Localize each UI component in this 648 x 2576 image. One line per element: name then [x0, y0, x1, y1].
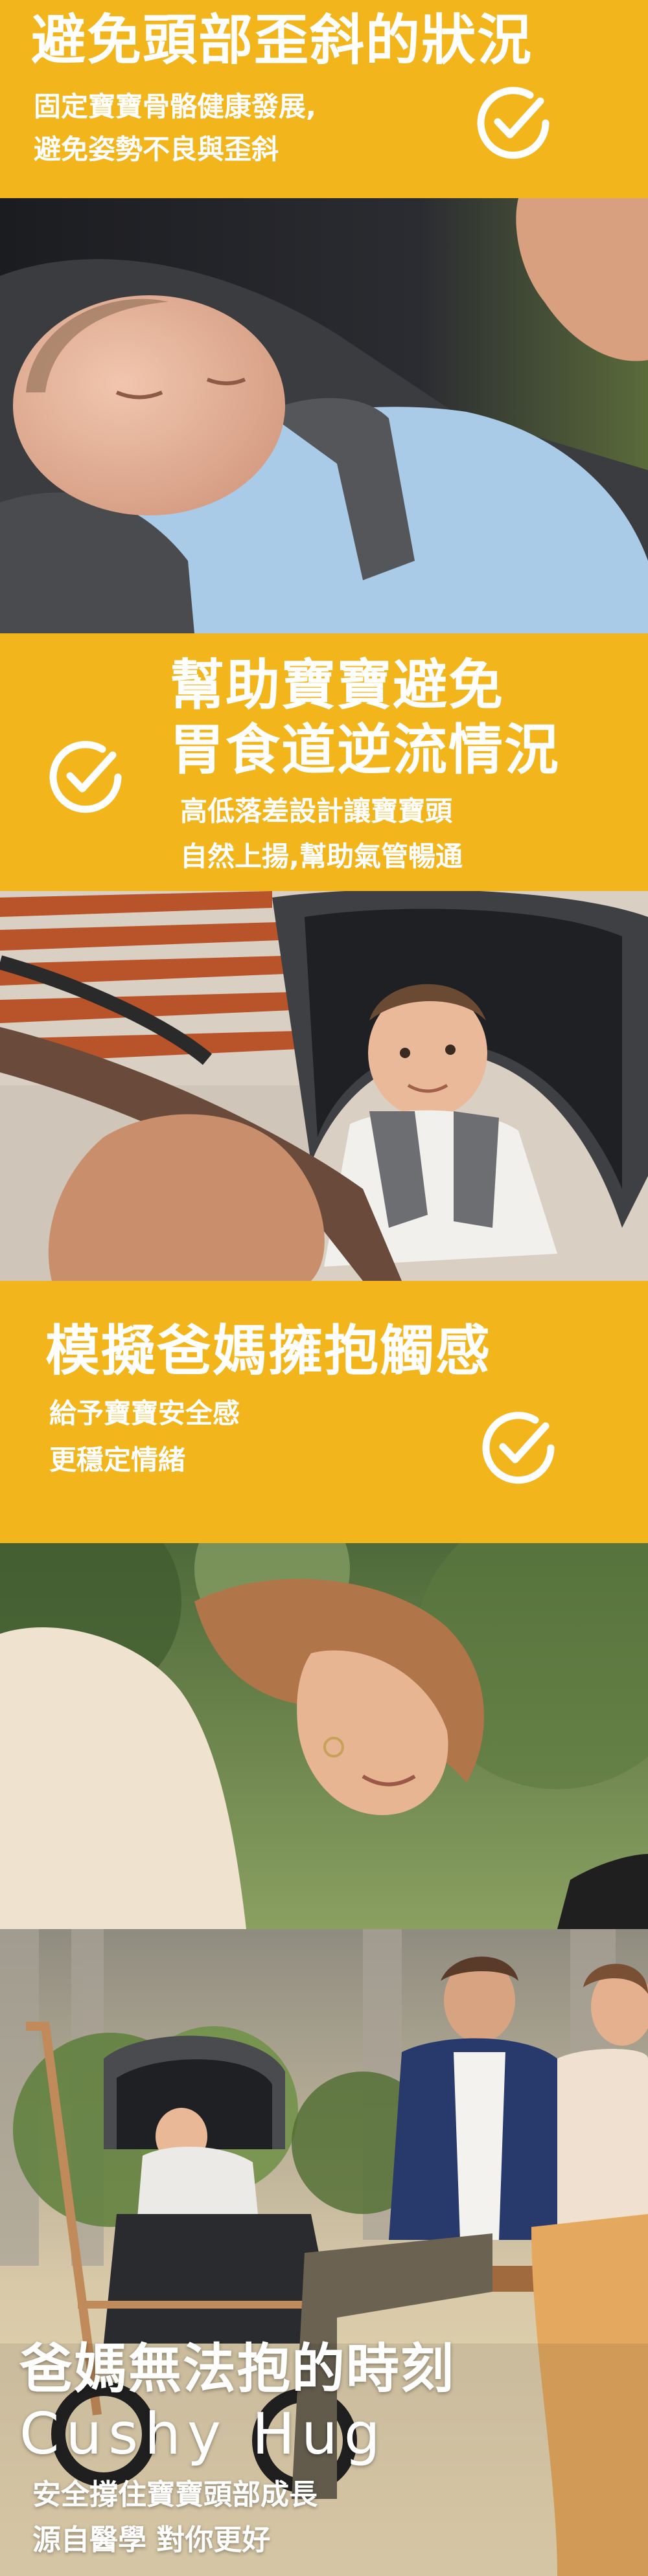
section-desc-line: 更穩定情緒	[49, 1444, 186, 1476]
section-head-posture: 避免頭部歪斜的狀況 固定寶寶骨骼健康發展, 避免姿勢不良與歪斜	[0, 0, 648, 198]
photo-family-with-stroller: 爸媽無法抱的時刻 Cushy Hug 安全撐住寶寶頭部成長 源自醫學 對你更好	[0, 1929, 648, 2576]
section-desc-line: 避免姿勢不良與歪斜	[34, 133, 279, 165]
photo-sleeping-baby	[0, 198, 648, 633]
sleeping-baby-illustration	[0, 198, 648, 633]
section-desc-line: 源自醫學 對你更好	[32, 2524, 271, 2557]
checkmark-circle-icon	[49, 741, 122, 813]
section-title-line: 幫助寶寶避免	[170, 653, 505, 717]
checkmark-circle-icon	[477, 87, 550, 159]
section-title: 避免頭部歪斜的狀況	[31, 8, 533, 72]
section-desc-line: 給予寶寶安全感	[49, 1397, 240, 1429]
section-desc-line: 自然上揚,幫助氣管暢通	[180, 841, 463, 872]
section-desc-line: 高低落差設計讓寶寶頭	[180, 795, 453, 827]
photo-smiling-mother	[0, 1543, 648, 1929]
photo-baby-in-stroller	[0, 891, 648, 1281]
section-title: 爸媽無法抱的時刻	[19, 2338, 456, 2400]
section-head-hug: 模擬爸媽擁抱觸感 給予寶寶安全感 更穩定情緒	[0, 1281, 648, 1543]
section-title: 模擬爸媽擁抱觸感	[45, 1319, 492, 1383]
section-title-line: 胃食道逆流情況	[170, 718, 561, 782]
section-desc-line: 安全撐住寶寶頭部成長	[32, 2478, 318, 2511]
product-name: Cushy Hug	[19, 2401, 387, 2467]
section-head-reflux: 幫助寶寶避免 胃食道逆流情況 高低落差設計讓寶寶頭 自然上揚,幫助氣管暢通	[0, 633, 648, 891]
checkmark-circle-icon	[482, 1412, 555, 1484]
mother-illustration	[0, 1543, 648, 1929]
section-desc-line: 固定寶寶骨骼健康發展,	[34, 91, 316, 122]
baby-stroller-illustration	[0, 891, 648, 1281]
